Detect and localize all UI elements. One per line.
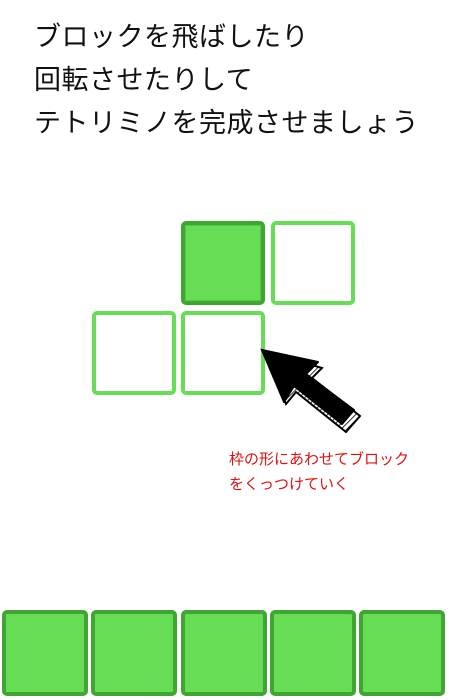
instruction-line-2: 回転させたりして: [34, 65, 254, 96]
tray-block-2[interactable]: [91, 610, 177, 696]
tutorial-instructions: ブロックを飛ばしたり 回転させたりして テトリミノを完成させましょう: [34, 16, 444, 145]
tray-block-5[interactable]: [359, 610, 445, 696]
empty-slot-top-right: [271, 221, 355, 305]
tray-block-1[interactable]: [2, 610, 88, 696]
empty-slot-bottom-left: [92, 311, 176, 395]
instruction-line-3: テトリミノを完成させましょう: [34, 108, 419, 139]
hint-line-2: をくっつけていく: [229, 475, 350, 493]
instruction-line-1: ブロックを飛ばしたり: [34, 22, 309, 53]
pointer-arrow-icon: [260, 348, 362, 434]
hint-text: 枠の形にあわせてブロック をくっつけていく: [229, 447, 409, 497]
tray-block-4[interactable]: [270, 610, 356, 696]
tray-block-3[interactable]: [181, 610, 267, 696]
hint-line-1: 枠の形にあわせてブロック: [229, 450, 410, 468]
placed-block: [181, 221, 265, 305]
empty-slot-bottom-middle: [181, 311, 265, 395]
